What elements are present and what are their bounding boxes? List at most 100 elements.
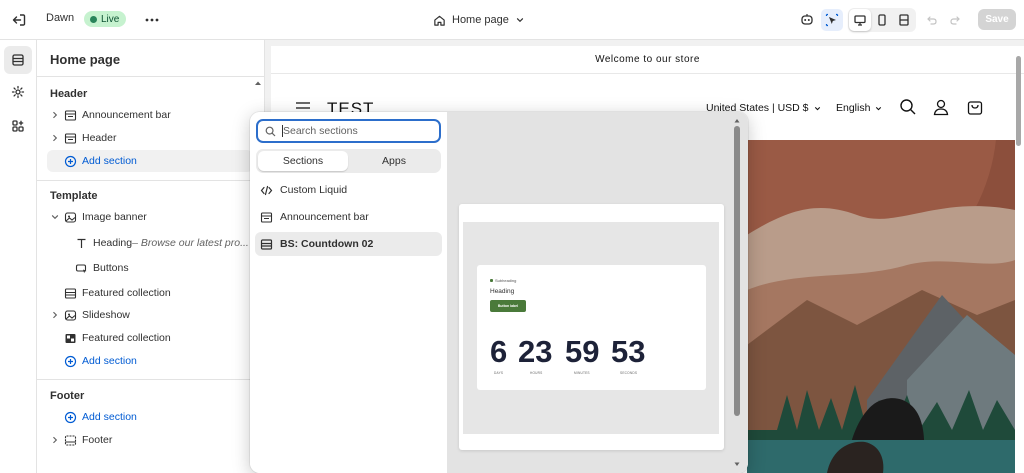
image-icon (64, 211, 77, 223)
chevron-right-icon[interactable] (50, 133, 60, 143)
chevron-down-icon (876, 106, 882, 110)
app-embeds-icon[interactable] (4, 112, 32, 140)
header-icon (64, 132, 77, 144)
group-header-title: Header (50, 88, 88, 100)
section-option-label: Announcement bar (280, 211, 369, 223)
add-section-popover: Sections Apps Custom Liquid Announcement… (250, 112, 748, 473)
top-bar: Dawn Live Home page Save (0, 0, 1024, 40)
exit-icon[interactable] (10, 11, 28, 29)
text-icon (77, 238, 86, 248)
announcement-icon (64, 109, 77, 121)
language-selector-label: English (836, 102, 871, 114)
account-icon[interactable] (932, 98, 950, 116)
theme-name: Dawn (46, 12, 75, 24)
redo-icon[interactable] (944, 9, 966, 31)
fullscreen-icon[interactable] (893, 9, 915, 31)
chevron-down-icon[interactable] (50, 212, 60, 222)
mobile-icon[interactable] (871, 9, 893, 31)
sections-sidebar: Home page Header Announcement bar Header… (37, 40, 265, 473)
undo-icon[interactable] (921, 9, 943, 31)
save-button[interactable]: Save (978, 9, 1016, 30)
sidebar-item-label: Image banner (82, 211, 147, 223)
chevron-right-icon[interactable] (50, 310, 60, 320)
section-option-custom-liquid[interactable]: Custom Liquid (255, 178, 442, 202)
sidebar-block-heading[interactable]: Heading – Browse our latest pro... (47, 232, 253, 254)
add-section-label: Add section (82, 155, 137, 167)
sidebar-item-header[interactable]: Header (47, 127, 253, 149)
scroll-up-icon[interactable] (734, 118, 740, 123)
sidebar-item-featured-collection-2[interactable]: Featured collection (47, 327, 253, 349)
search-icon[interactable] (899, 98, 917, 116)
language-selector[interactable]: English (836, 102, 883, 114)
block-heading-detail: – Browse our latest pro... (132, 237, 249, 249)
desktop-icon[interactable] (849, 9, 871, 31)
cart-icon[interactable] (966, 98, 984, 116)
preview-scrollbar[interactable] (1016, 56, 1021, 146)
sidebar-item-image-banner[interactable]: Image banner (47, 206, 253, 228)
live-badge: Live (84, 11, 127, 27)
countdown-subheading: Subheading (490, 278, 516, 283)
sidebar-item-label: Slideshow (82, 309, 130, 321)
tab-apps[interactable]: Apps (349, 151, 439, 171)
sidebar-title: Home page (50, 52, 121, 67)
countdown-days: 6 (490, 334, 508, 369)
countdown-seconds: 53 (611, 334, 646, 369)
countdown-unit-minutes: MINUTES (574, 371, 590, 375)
scroll-up-icon[interactable] (254, 80, 262, 86)
search-sections-field[interactable] (256, 119, 441, 143)
live-dot-icon (90, 15, 97, 23)
divider (37, 379, 265, 380)
page-selector-label: Home page (452, 14, 509, 26)
sections-icon[interactable] (4, 46, 32, 74)
section-preview-card: Subheading Heading Button label 6 23 59 … (459, 204, 724, 450)
chevron-right-icon[interactable] (50, 110, 60, 120)
add-section-template-button[interactable]: Add section (47, 350, 253, 372)
divider (37, 76, 265, 77)
section-option-label: Custom Liquid (280, 184, 348, 196)
scroll-down-icon[interactable] (734, 462, 740, 467)
sidebar-item-label: Footer (82, 434, 113, 446)
page-selector[interactable]: Home page (433, 10, 525, 30)
divider (37, 180, 265, 181)
sidebar-item-announcement-bar[interactable]: Announcement bar (47, 104, 253, 126)
sidebar-item-slideshow[interactable]: Slideshow (47, 304, 253, 326)
search-icon (265, 126, 276, 136)
add-section-footer-button[interactable]: Add section (47, 406, 253, 428)
sidebar-item-label: Featured collection (82, 332, 171, 344)
countdown-heading: Heading (490, 288, 515, 295)
add-section-label: Add section (82, 355, 137, 367)
picker-tabs: Sections Apps (256, 149, 441, 173)
sidebar-item-label: Featured collection (82, 287, 171, 299)
sidebar-block-buttons[interactable]: Buttons (47, 257, 253, 279)
search-sections-input[interactable] (283, 125, 423, 137)
image-banner-preview[interactable] (747, 140, 1015, 473)
scrollbar-thumb[interactable] (734, 126, 740, 416)
countdown-unit-seconds: SECONDS (620, 371, 638, 375)
chevron-right-icon[interactable] (50, 435, 60, 445)
chevron-down-icon (515, 15, 525, 25)
countdown-button: Button label (490, 300, 526, 312)
ai-icon[interactable] (796, 9, 818, 31)
more-icon[interactable] (143, 11, 161, 29)
sidebar-item-footer[interactable]: Footer (47, 429, 253, 451)
footer-icon (64, 434, 77, 446)
section-icon (260, 238, 273, 250)
section-preview-panel: Subheading Heading Button label 6 23 59 … (447, 112, 748, 473)
group-footer-title: Footer (50, 390, 85, 402)
plus-circle-icon (64, 355, 77, 367)
add-section-header-button[interactable]: Add section (47, 150, 253, 172)
button-icon (75, 263, 87, 273)
tab-sections[interactable]: Sections (258, 151, 348, 171)
countdown-unit-hours: HOURS (530, 371, 543, 375)
sidebar-item-featured-collection[interactable]: Featured collection (47, 282, 253, 304)
picker-scrollbar[interactable] (734, 118, 740, 468)
section-option-label: BS: Countdown 02 (280, 238, 374, 250)
inspector-icon[interactable] (821, 9, 843, 31)
sidebar-item-label: Announcement bar (82, 109, 171, 121)
add-section-label: Add section (82, 411, 137, 423)
section-option-bs-countdown-02[interactable]: BS: Countdown 02 (255, 232, 442, 256)
home-icon (433, 14, 446, 27)
section-option-announcement-bar[interactable]: Announcement bar (255, 205, 442, 229)
theme-settings-icon[interactable] (4, 78, 32, 106)
icon-rail (0, 40, 37, 473)
